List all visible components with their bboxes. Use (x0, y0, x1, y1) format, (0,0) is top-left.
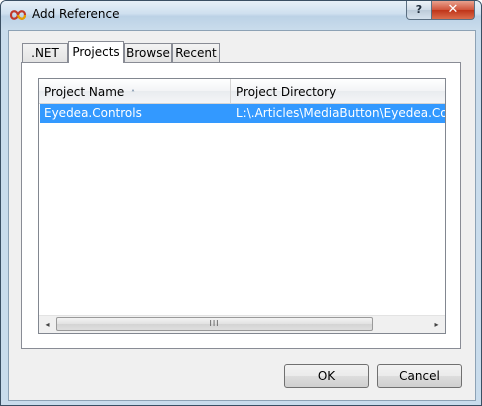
project-name-cell: Eyedea.Controls (44, 106, 142, 120)
column-label: Project Directory (236, 85, 337, 99)
tab-dotnet[interactable]: .NET (22, 43, 68, 62)
visual-studio-icon (9, 10, 27, 20)
list-item[interactable]: Eyedea.Controls L:\.Articles\MediaButton… (40, 104, 445, 123)
column-header-project-directory[interactable]: Project Directory (231, 79, 445, 103)
window-title: Add Reference (32, 7, 120, 21)
list-header: Project Name ˄ Project Directory (39, 79, 445, 104)
scroll-left-icon[interactable]: ◂ (39, 316, 56, 333)
column-header-project-name[interactable]: Project Name ˄ (39, 79, 231, 103)
close-button[interactable]: ✕ (431, 1, 475, 20)
projects-list[interactable]: Project Name ˄ Project Directory Eyedea.… (38, 78, 446, 334)
ok-button[interactable]: OK (284, 364, 369, 388)
tab-recent[interactable]: Recent (172, 43, 220, 62)
help-button[interactable]: ? (406, 1, 432, 20)
project-directory-cell: L:\.Articles\MediaButton\Eyedea.Controls (236, 106, 445, 120)
dialog-client-area: .NET Projects Browse Recent Project Name… (8, 30, 476, 401)
scroll-right-icon[interactable]: ▸ (428, 316, 445, 333)
horizontal-scrollbar[interactable]: ◂ III ▸ (39, 315, 445, 333)
scroll-thumb[interactable]: III (56, 317, 373, 331)
title-bar[interactable]: Add Reference ? ✕ (1, 1, 481, 29)
cancel-button[interactable]: Cancel (377, 364, 462, 388)
tab-browse[interactable]: Browse (124, 43, 172, 62)
column-label: Project Name (44, 85, 125, 99)
add-reference-dialog: Add Reference ? ✕ .NET Projects Browse R… (0, 0, 482, 406)
help-icon: ? (415, 3, 423, 16)
close-icon: ✕ (447, 2, 459, 17)
projects-tab-panel: Project Name ˄ Project Directory Eyedea.… (21, 62, 461, 349)
tab-projects[interactable]: Projects (68, 41, 124, 63)
